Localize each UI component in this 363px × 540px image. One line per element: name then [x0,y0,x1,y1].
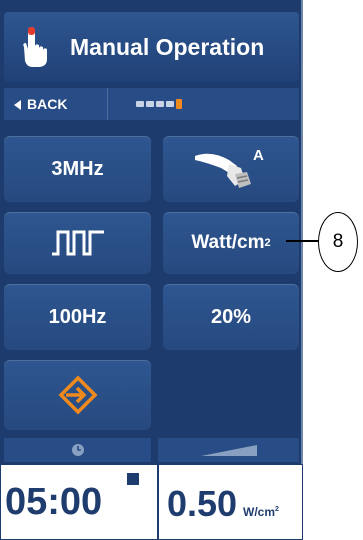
step-progress [136,99,182,109]
step-indicator [136,101,144,107]
frequency-button[interactable]: 3MHz [4,136,151,202]
duty-cycle-button[interactable]: 20% [163,284,299,350]
enter-arrow-icon [58,375,97,415]
start-button[interactable] [4,360,151,430]
pulse-frequency-button[interactable]: 100Hz [4,284,151,350]
stop-indicator-icon [127,473,139,485]
power-readout[interactable]: 0.50 W/cm2 [158,464,303,540]
intensity-unit-sup: 2 [264,237,271,249]
page-title: Manual Operation [70,34,265,60]
timer-value: 05:00 [5,481,103,523]
step-indicator-current [176,99,182,109]
hand-pointer-icon [23,27,47,67]
intensity-unit-label: Watt/cm [191,232,265,253]
clock-icon [71,444,84,456]
intensity-unit-button[interactable]: Watt/cm 2 [163,212,299,274]
timer-header [4,438,151,462]
device-screen: Manual Operation BACK 3MHz A Watt/cm 2 1… [0,0,303,540]
title-bar: Manual Operation [4,12,299,82]
power-unit: W/cm2 [243,505,279,519]
applicator-label: A [253,147,264,164]
power-unit-sup: 2 [275,506,279,513]
callout-number: 8 [318,212,358,272]
step-indicator [166,101,174,107]
callout-leader-line [286,240,320,242]
power-unit-label: W/cm [243,505,276,519]
step-indicator [146,101,154,107]
back-arrow-icon [14,100,21,110]
pulse-wave-icon [51,230,104,256]
frequency-label: 3MHz [51,157,104,180]
applicator-button[interactable]: A [163,136,299,202]
pulse-frequency-label: 100Hz [48,305,107,328]
step-indicator [156,101,164,107]
nav-bar: BACK [4,88,299,120]
ultrasound-head-icon: A [195,147,264,188]
ramp-icon [200,445,257,456]
duty-cycle-label: 20% [210,305,252,328]
waveform-button[interactable] [4,212,151,274]
power-header [158,438,299,462]
timer-readout[interactable]: 05:00 [0,464,158,540]
power-value: 0.50 [167,483,238,524]
back-button[interactable]: BACK [4,88,108,120]
back-label: BACK [27,96,68,112]
